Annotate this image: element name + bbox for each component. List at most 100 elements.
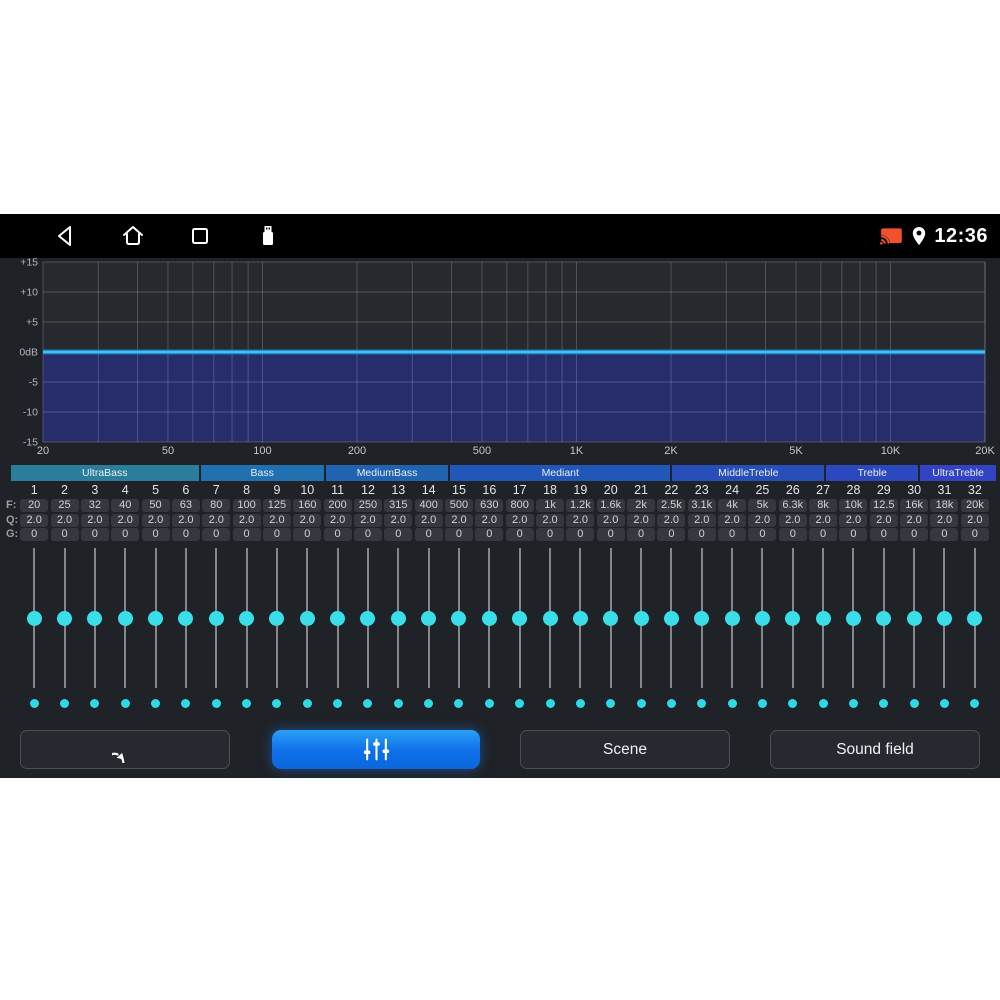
gain-value-pill[interactable]: 0 [384,528,413,541]
freq-value-pill[interactable]: 12.5 [869,499,898,512]
slider-track[interactable] [633,548,649,688]
usb-icon[interactable] [256,224,280,248]
freq-value-pill[interactable]: 63 [171,499,200,512]
band-dot[interactable] [333,698,343,708]
freq-value-pill[interactable]: 25 [50,499,79,512]
scene-button[interactable]: Scene [520,730,730,769]
slider-knob[interactable] [512,610,528,626]
freq-value-pill[interactable]: 630 [475,499,504,512]
freq-value-pill[interactable]: 1.6k [596,499,625,512]
freq-value-pill[interactable]: 1.2k [566,499,595,512]
q-value-pill[interactable]: 2.0 [778,513,807,527]
q-value-pill[interactable]: 2.0 [627,513,656,527]
gain-value-pill[interactable]: 0 [596,528,625,541]
band-dot[interactable] [818,698,828,708]
band-dot[interactable] [211,698,221,708]
slider-knob[interactable] [572,610,588,626]
freq-value-pill[interactable]: 160 [293,499,322,512]
q-value-pill[interactable]: 2.0 [536,513,565,527]
slider-knob[interactable] [906,610,922,626]
band-dot[interactable] [302,698,312,708]
freq-value-pill[interactable]: 4k [718,499,747,512]
gain-value-pill[interactable]: 0 [657,528,686,541]
freq-value-pill[interactable]: 500 [444,499,473,512]
gain-value-pill[interactable]: 0 [748,528,777,541]
gain-value-pill[interactable]: 0 [20,528,49,541]
gain-value-pill[interactable]: 0 [80,528,109,541]
band-dot[interactable] [666,698,676,708]
sound-field-button[interactable]: Sound field [770,730,980,769]
slider-knob[interactable] [967,610,983,626]
gain-value-pill[interactable]: 0 [687,528,716,541]
band-dot[interactable] [29,698,39,708]
slider-knob[interactable] [57,610,73,626]
gain-value-pill[interactable]: 0 [778,528,807,541]
gain-value-pill[interactable]: 0 [627,528,656,541]
slider-track[interactable] [694,548,710,688]
freq-value-pill[interactable]: 125 [262,499,291,512]
gain-value-pill[interactable]: 0 [718,528,747,541]
gain-value-pill[interactable]: 0 [869,528,898,541]
slider-track[interactable] [239,548,255,688]
freq-value-pill[interactable]: 100 [232,499,261,512]
band-dot[interactable] [151,698,161,708]
q-value-pill[interactable]: 2.0 [505,513,534,527]
q-value-pill[interactable]: 2.0 [20,513,49,527]
band-dot[interactable] [515,698,525,708]
freq-value-pill[interactable]: 50 [141,499,170,512]
slider-knob[interactable] [26,610,42,626]
slider-knob[interactable] [876,610,892,626]
slider-knob[interactable] [117,610,133,626]
q-value-pill[interactable]: 2.0 [353,513,382,527]
q-value-pill[interactable]: 2.0 [111,513,140,527]
gain-value-pill[interactable]: 0 [900,528,929,541]
slider-knob[interactable] [542,610,558,626]
freq-value-pill[interactable]: 2.5k [657,499,686,512]
slider-track[interactable] [876,548,892,688]
band-dot[interactable] [120,698,130,708]
slider-knob[interactable] [451,610,467,626]
freq-value-pill[interactable]: 315 [384,499,413,512]
band-dot[interactable] [788,698,798,708]
gain-value-pill[interactable]: 0 [444,528,473,541]
band-dot[interactable] [545,698,555,708]
q-value-pill[interactable]: 2.0 [384,513,413,527]
freq-value-pill[interactable]: 200 [323,499,352,512]
slider-track[interactable] [269,548,285,688]
slider-knob[interactable] [754,610,770,626]
band-dot[interactable] [181,698,191,708]
slider-track[interactable] [208,548,224,688]
back-icon[interactable] [54,224,78,248]
gain-value-pill[interactable]: 0 [960,528,989,541]
q-value-pill[interactable]: 2.0 [657,513,686,527]
slider-track[interactable] [421,548,437,688]
band-dot[interactable] [727,698,737,708]
freq-value-pill[interactable]: 400 [414,499,443,512]
freq-value-pill[interactable]: 20 [20,499,49,512]
band-dot[interactable] [393,698,403,708]
slider-track[interactable] [148,548,164,688]
freq-value-pill[interactable]: 1k [536,499,565,512]
band-dot[interactable] [484,698,494,708]
slider-knob[interactable] [663,610,679,626]
reset-button[interactable] [20,730,230,769]
slider-track[interactable] [390,548,406,688]
gain-value-pill[interactable]: 0 [111,528,140,541]
q-value-pill[interactable]: 2.0 [50,513,79,527]
q-value-pill[interactable]: 2.0 [869,513,898,527]
q-value-pill[interactable]: 2.0 [839,513,868,527]
gain-value-pill[interactable]: 0 [809,528,838,541]
gain-value-pill[interactable]: 0 [323,528,352,541]
band-dot[interactable] [636,698,646,708]
band-dot[interactable] [242,698,252,708]
slider-knob[interactable] [148,610,164,626]
band-dot[interactable] [454,698,464,708]
band-dot[interactable] [909,698,919,708]
freq-value-pill[interactable]: 18k [930,499,959,512]
slider-track[interactable] [906,548,922,688]
slider-knob[interactable] [694,610,710,626]
q-value-pill[interactable]: 2.0 [748,513,777,527]
q-value-pill[interactable]: 2.0 [323,513,352,527]
band-dot[interactable] [363,698,373,708]
freq-value-pill[interactable]: 6.3k [778,499,807,512]
